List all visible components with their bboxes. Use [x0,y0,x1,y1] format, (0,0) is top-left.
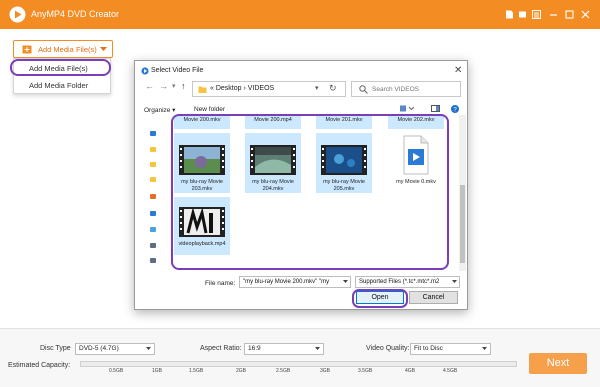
minimize-icon[interactable] [549,10,558,19]
cancel-button[interactable]: Cancel [409,291,458,304]
up-folder-icon[interactable]: ↑ [181,81,186,91]
preview-pane-icon[interactable] [431,105,440,112]
disc-type-label: Disc Type [40,345,71,352]
file-list-scrollbar[interactable] [459,115,466,271]
aspect-ratio-value: 16:9 [248,345,261,352]
capacity-tick: 4GB [405,368,416,374]
address-dropdown-icon[interactable]: ▾ [315,84,319,92]
add-media-icon [22,45,32,54]
back-icon[interactable]: ← [145,81,154,91]
aspect-ratio-label: Aspect Ratio: [200,345,242,352]
view-options-icon[interactable] [400,105,414,112]
capacity-tick: 1.5GB [189,368,204,374]
onedrive-icon[interactable] [150,211,156,216]
new-folder-button[interactable]: New folder [194,106,225,113]
highlight-selected-files [171,114,449,270]
chevron-down-icon [315,347,320,350]
search-input[interactable]: Search VIDEOS [351,81,461,97]
address-bar[interactable]: « Desktop › VIDEOS [192,81,346,97]
organize-menu[interactable]: Organize ▾ [144,106,175,114]
app-logo-icon [9,6,26,23]
add-media-button[interactable]: Add Media File(s) [13,40,113,58]
recent-locations-icon[interactable]: ▾ [172,82,176,90]
app-title: AnyMP4 DVD Creator [31,9,120,19]
search-placeholder: Search VIDEOS [372,86,419,93]
scrollbar-thumb[interactable] [460,185,465,263]
file-name-input[interactable]: "my blu-ray Movie 200.mkv" "my [239,276,351,288]
file-icon[interactable] [505,10,514,19]
file-type-select[interactable]: Supported Files (*.tc*.mtc*.m2 [355,276,460,288]
file-type-value: Supported Files (*.tc*.mtc*.m2 [359,279,440,285]
chevron-down-icon[interactable] [100,47,107,52]
chevron-down-icon [452,280,457,283]
capacity-tick: 3.5GB [358,368,373,374]
folder-icon[interactable] [150,194,156,199]
dialog-app-icon [141,67,149,75]
chevron-down-icon[interactable] [343,280,348,284]
file-name-value: "my blu-ray Movie 200.mkv" "my [243,279,330,285]
quick-access-icon[interactable] [150,131,156,136]
menu-item-add-media-folder[interactable]: Add Media Folder [14,77,110,94]
capacity-tick: 3GB [320,368,331,374]
navigation-pane[interactable] [148,117,160,269]
estimated-capacity-label: Estimated Capacity: [8,362,71,369]
capacity-tick: 2.5GB [276,368,291,374]
highlight-add-media-files [10,59,111,76]
forward-icon[interactable]: → [159,81,168,91]
capacity-tick: 0.5GB [109,368,124,374]
folder-icon[interactable] [150,177,156,182]
help-icon[interactable]: ? [451,105,459,113]
chevron-down-icon [146,347,151,350]
chevron-down-icon [482,347,487,350]
highlight-open-button [352,289,408,308]
address-path: « Desktop › VIDEOS [210,85,275,92]
disc-type-select[interactable]: DVD-5 (4.7G) [75,343,155,355]
next-button[interactable]: Next [529,353,587,374]
capacity-tick: 4.5GB [443,368,458,374]
close-icon[interactable] [581,10,590,19]
cart-icon[interactable] [518,10,527,19]
menu-icon[interactable] [532,10,541,19]
drive-icon[interactable] [150,258,156,263]
aspect-ratio-select[interactable]: 16:9 [244,343,324,355]
video-quality-label: Video Quality: [366,345,410,352]
folder-icon[interactable] [150,162,156,167]
file-name-label: File name: [205,280,236,287]
search-icon [359,85,368,94]
capacity-tick: 1GB [152,368,163,374]
add-media-label: Add Media File(s) [38,45,97,54]
folder-icon[interactable] [150,147,156,152]
folder-icon [198,86,207,93]
title-bar: AnyMP4 DVD Creator [0,0,600,29]
capacity-tick: 2GB [236,368,247,374]
footer-bar [0,328,600,387]
this-pc-icon[interactable] [150,227,156,232]
network-icon[interactable] [150,243,156,248]
refresh-icon[interactable]: ↻ [329,83,337,94]
dialog-title: Select Video File [151,67,204,74]
maximize-icon[interactable] [565,10,574,19]
disc-type-value: DVD-5 (4.7G) [79,345,119,352]
video-quality-select[interactable]: Fit to Disc [410,343,491,355]
capacity-bar [80,361,517,367]
video-quality-value: Fit to Disc [414,345,443,352]
dialog-close-icon[interactable]: ✕ [454,65,462,76]
